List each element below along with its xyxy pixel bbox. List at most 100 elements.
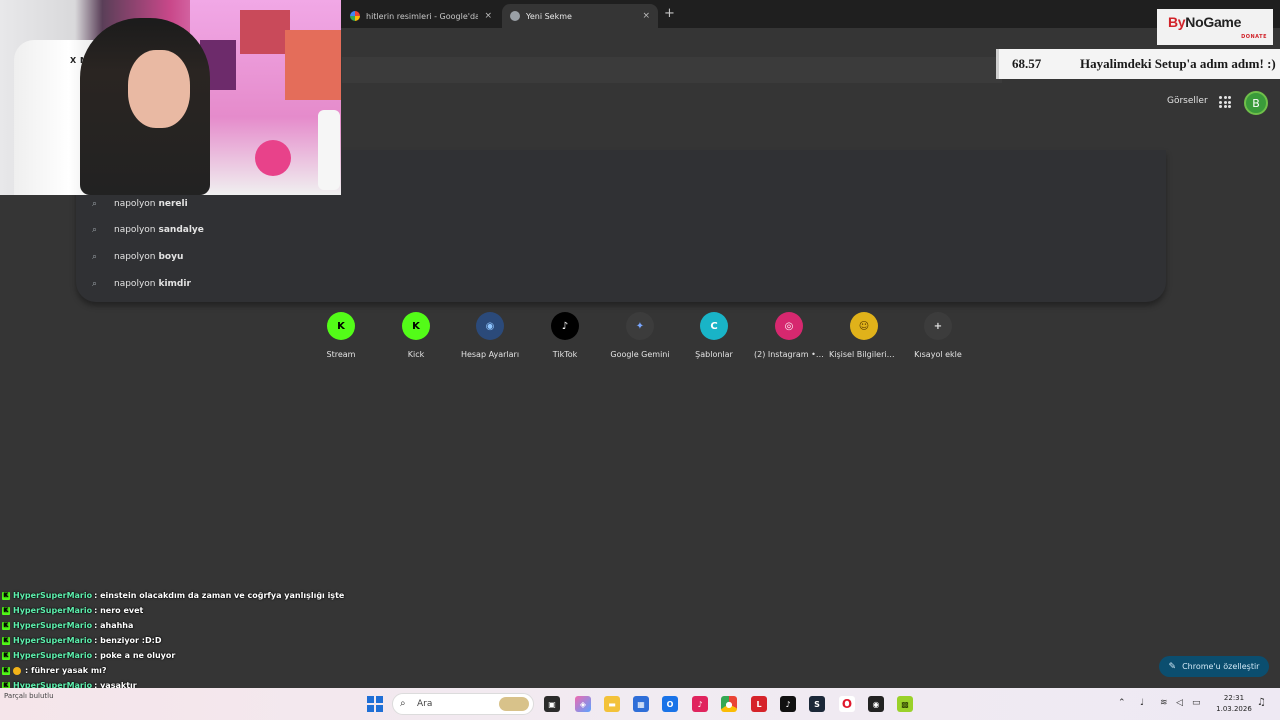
l-app-icon[interactable]: L bbox=[751, 696, 767, 712]
suggestion-completion: nereli bbox=[158, 199, 188, 209]
shortcut-label: (2) Instagram • ... bbox=[754, 350, 824, 359]
close-tab-icon[interactable]: × bbox=[484, 11, 492, 21]
webcam-light bbox=[318, 110, 340, 190]
badge-icon bbox=[13, 666, 21, 675]
donation-amount: 68.57 bbox=[1012, 56, 1042, 71]
tiktok-icon: ♪ bbox=[551, 312, 579, 340]
account-settings-icon: ◉ bbox=[476, 312, 504, 340]
new-tab-button[interactable]: + bbox=[664, 6, 675, 21]
system-clock[interactable]: 22:31 1.03.2026 bbox=[1212, 693, 1256, 715]
account-avatar[interactable]: B bbox=[1244, 91, 1268, 115]
chat-text: : führer yasak mı? bbox=[25, 666, 107, 675]
shortcut-tile[interactable]: K Stream bbox=[306, 312, 376, 359]
chat-username[interactable]: HyperSuperMario bbox=[13, 589, 92, 602]
chat-text: : poke a ne oluyor bbox=[94, 651, 176, 660]
suggestion-item[interactable]: ⌕ napolyon boyu bbox=[92, 248, 183, 266]
webcam-streamer-face bbox=[128, 50, 190, 128]
tab-new-tab[interactable]: Yeni Sekme × bbox=[502, 4, 658, 28]
weather-widget[interactable]: Parçalı bulutlu bbox=[4, 692, 54, 701]
chrome-icon[interactable]: ● bbox=[721, 696, 737, 712]
clock-date: 1.03.2026 bbox=[1216, 705, 1252, 713]
kick-badge-icon: K bbox=[2, 606, 10, 615]
chat-username[interactable]: HyperSuperMario bbox=[13, 619, 92, 632]
shortcut-label: Şablonlar bbox=[695, 350, 733, 359]
suggestion-item[interactable]: ⌕ napolyon kimdir bbox=[92, 275, 191, 293]
chat-username[interactable]: HyperSuperMario bbox=[13, 604, 92, 617]
task-view-icon[interactable]: ▣ bbox=[544, 696, 560, 712]
customize-chrome-label: Chrome'u özelleştir bbox=[1182, 662, 1260, 671]
screen: hitlerin resimleri - Google'da Ar × Yeni… bbox=[0, 0, 1280, 720]
kick-icon: K bbox=[402, 312, 430, 340]
obs-icon[interactable]: ◉ bbox=[868, 696, 884, 712]
suggestion-prefix: napolyon bbox=[114, 279, 156, 289]
chat-text: : einstein olacakdım da zaman ve coğrfya… bbox=[94, 591, 345, 600]
copilot-icon[interactable]: ◈ bbox=[575, 696, 591, 712]
shortcut-tile[interactable]: ♪ TikTok bbox=[530, 312, 600, 359]
weather-condition: Parçalı bulutlu bbox=[4, 692, 54, 700]
shortcut-tile[interactable]: ☺ Kişisel Bilgilerim... bbox=[829, 312, 899, 359]
close-tab-icon[interactable]: × bbox=[642, 11, 650, 21]
shortcut-tile[interactable]: C Şablonlar bbox=[679, 312, 749, 359]
shortcut-label: Kişisel Bilgilerim... bbox=[829, 350, 899, 359]
sponge-app-icon[interactable]: ▩ bbox=[897, 696, 913, 712]
shortcut-tile[interactable]: ✦ Google Gemini bbox=[605, 312, 675, 359]
opera-icon[interactable]: O bbox=[839, 696, 855, 712]
search-icon: ⌕ bbox=[92, 251, 98, 262]
battery-icon[interactable]: ▭ bbox=[1192, 698, 1201, 708]
suggestion-item[interactable]: ⌕ napolyon nereli bbox=[92, 195, 188, 213]
shortcut-label: TikTok bbox=[552, 350, 578, 359]
shortcut-tile[interactable]: ◎ (2) Instagram • ... bbox=[754, 312, 824, 359]
google-apps-icon[interactable] bbox=[1219, 96, 1231, 108]
webcam-overlay: X MAX bbox=[0, 0, 341, 195]
tiktok-app-icon[interactable]: ♪ bbox=[692, 696, 708, 712]
search-highlight-icon bbox=[499, 697, 529, 711]
microphone-icon[interactable]: ♩ bbox=[1140, 698, 1144, 708]
donation-goal-message: Hayalimdeki Setup'a adım adım! :) bbox=[1080, 56, 1276, 71]
address-bar[interactable] bbox=[342, 57, 1002, 83]
chat-username[interactable]: HyperSuperMario bbox=[13, 634, 92, 647]
shortcut-label: Hesap Ayarları bbox=[460, 350, 520, 359]
new-tab-icon bbox=[510, 11, 520, 21]
search-icon: ⌕ bbox=[92, 224, 98, 235]
kick-badge-icon: K bbox=[2, 591, 10, 600]
shortcut-tile[interactable]: K Kick bbox=[381, 312, 451, 359]
search-icon: ⌕ bbox=[400, 698, 406, 709]
tab-google-search[interactable]: hitlerin resimleri - Google'da Ar × bbox=[342, 4, 500, 28]
donation-goal-bar: 68.57 Hayalimdeki Setup'a adım adım! :) bbox=[996, 49, 1280, 79]
shortcut-label: Kick bbox=[407, 350, 425, 359]
file-explorer-icon[interactable]: ▬ bbox=[604, 696, 620, 712]
brand-sub: DONATE bbox=[1241, 34, 1267, 40]
brand-prefix: By bbox=[1168, 14, 1186, 30]
tab-title: Yeni Sekme bbox=[526, 11, 572, 21]
canva-icon: C bbox=[700, 312, 728, 340]
chat-username[interactable]: HyperSuperMario bbox=[13, 649, 92, 662]
chat-text: : nero evet bbox=[94, 606, 144, 615]
volume-icon[interactable]: ◁ bbox=[1176, 698, 1183, 708]
wifi-icon[interactable]: ≋ bbox=[1160, 698, 1168, 708]
chevron-up-icon[interactable]: ⌃ bbox=[1118, 698, 1126, 708]
chat-message: K HyperSuperMario: benziyor :D:D bbox=[2, 633, 402, 648]
brand-rest: NoGame bbox=[1185, 14, 1242, 30]
shortcut-tile[interactable]: ◉ Hesap Ayarları bbox=[455, 312, 525, 359]
kick-badge-icon: K bbox=[2, 651, 10, 660]
tiktok-live-icon[interactable]: ♪ bbox=[780, 696, 796, 712]
search-icon: ⌕ bbox=[92, 278, 98, 289]
customize-chrome-button[interactable]: ✎ Chrome'u özelleştir bbox=[1159, 656, 1269, 677]
shortcut-tile[interactable]: + Kısayol ekle bbox=[903, 312, 973, 359]
donation-logo: ByNoGame DONATE bbox=[1157, 9, 1273, 45]
pencil-icon: ✎ bbox=[1168, 661, 1177, 672]
suggestion-item[interactable]: ⌕ napolyon sandalye bbox=[92, 221, 204, 239]
taskbar-search-placeholder: Ara bbox=[417, 699, 433, 709]
outlook-icon[interactable]: O bbox=[662, 696, 678, 712]
chat-message: K HyperSuperMario: nero evet bbox=[2, 603, 402, 618]
suggestion-prefix: napolyon bbox=[114, 199, 156, 209]
suggestion-completion: sandalye bbox=[158, 225, 204, 235]
suggestion-completion: kimdir bbox=[158, 279, 191, 289]
windows-start-icon[interactable] bbox=[367, 696, 383, 712]
microsoft-store-icon[interactable]: ▦ bbox=[633, 696, 649, 712]
taskbar-search[interactable]: ⌕ Ara bbox=[392, 693, 534, 715]
notification-bell-icon[interactable]: ♫ bbox=[1257, 697, 1266, 708]
steam-icon[interactable]: S bbox=[809, 696, 825, 712]
gemini-icon: ✦ bbox=[626, 312, 654, 340]
images-link[interactable]: Görseller bbox=[1167, 96, 1208, 106]
